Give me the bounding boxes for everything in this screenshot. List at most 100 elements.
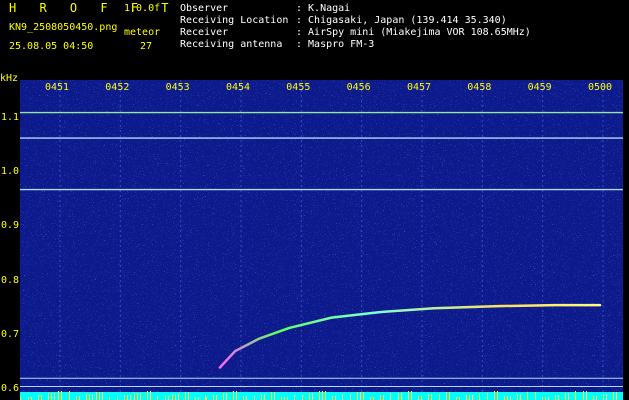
noise-spike — [99, 392, 100, 400]
noise-spike — [555, 395, 556, 400]
noise-spike — [421, 396, 422, 400]
noise-spike — [504, 396, 505, 400]
noise-spike — [418, 396, 419, 400]
noise-spike — [325, 391, 326, 400]
info-row-antenna: Receiving antenna : Maspro FM-3 — [180, 39, 374, 50]
noise-spike — [312, 393, 313, 400]
noise-spike — [246, 396, 247, 400]
y-tick-label: 1.1 — [1, 111, 20, 123]
noise-spike — [357, 392, 358, 400]
x-tick-label: 0452 — [105, 82, 129, 93]
y-tick-label: 0.9 — [1, 220, 20, 232]
noise-spike — [497, 391, 498, 400]
noise-spike — [472, 395, 473, 400]
noise-spike — [603, 394, 604, 400]
noise-spike — [401, 393, 402, 400]
noise-spike — [213, 395, 214, 400]
noise-spike — [439, 394, 440, 400]
noise-spike — [449, 392, 450, 400]
noise-spike — [360, 392, 361, 400]
noise-spike — [216, 395, 217, 400]
noise-spike — [568, 393, 569, 400]
noise-spike — [261, 394, 262, 400]
noise-spike — [41, 395, 42, 400]
info-row-observer: Observer: K.Nagai — [180, 3, 350, 14]
noise-spike — [408, 391, 409, 400]
noise-spike — [606, 394, 607, 400]
noise-spike — [223, 393, 224, 400]
noise-spike — [274, 392, 275, 400]
noise-spike — [58, 391, 59, 400]
y-tick-label: 0.7 — [1, 328, 20, 340]
info-row-receiver: Receiver : AirSpy mini (Miakejima VOR 108… — [180, 27, 531, 38]
header-panel: H R O F F T 1.0.0f KN9_2508050450.png me… — [0, 0, 629, 72]
noise-spike — [226, 393, 227, 400]
noise-spike — [294, 395, 295, 400]
y-axis-labels: 1.1 1.0 0.9 0.8 0.7 0.6 — [0, 0, 20, 400]
x-tick-label: 0456 — [347, 82, 371, 93]
noise-spike — [383, 395, 384, 400]
meteor-label: meteor — [124, 27, 161, 38]
noise-spike — [127, 395, 128, 400]
noise-spike — [535, 392, 536, 400]
x-tick-label: 0455 — [286, 82, 310, 93]
noise-spike — [510, 396, 511, 400]
noise-spike — [335, 396, 336, 400]
noise-spike — [86, 394, 87, 400]
info-value: : Chigasaki, Japan (139.414 35.340) — [296, 15, 507, 26]
noise-spike — [494, 391, 495, 400]
info-label: Observer — [180, 3, 229, 14]
noise-spike — [147, 391, 148, 400]
noise-spike — [172, 394, 173, 400]
noise-spike — [517, 394, 518, 400]
noise-spike — [175, 394, 176, 400]
x-tick-label: 0458 — [467, 82, 491, 93]
noise-spike — [264, 394, 265, 400]
info-value: : Maspro FM-3 — [296, 39, 375, 50]
noise-spike — [51, 393, 52, 400]
noise-spike — [520, 394, 521, 400]
noise-spike — [586, 391, 587, 400]
x-tick-label: 0457 — [407, 82, 431, 93]
noise-spike — [89, 394, 90, 400]
noise-spike — [428, 394, 429, 400]
noise-spike — [92, 394, 93, 400]
noise-spike — [398, 393, 399, 400]
noise-spike — [124, 395, 125, 400]
y-tick-label: 0.8 — [1, 274, 20, 286]
noise-spike — [188, 392, 189, 400]
noise-spike — [466, 395, 467, 400]
noise-spike — [390, 393, 391, 400]
x-tick-label: 0453 — [166, 82, 190, 93]
noise-spike — [38, 395, 39, 400]
noise-spike — [613, 392, 614, 400]
noise-spike — [96, 392, 97, 400]
noise-spike — [342, 394, 343, 400]
info-row-location: Receiving Location : Chigasaki, Japan (13… — [180, 15, 507, 26]
noise-spike — [565, 393, 566, 400]
meteor-count: 27 — [140, 41, 153, 52]
app-version: 1.0.0f — [124, 3, 161, 14]
noise-spike — [236, 391, 237, 400]
noise-spike — [205, 395, 206, 400]
noise-spike — [69, 391, 70, 400]
info-value: : AirSpy mini (Miakejima VOR 108.65MHz) — [296, 27, 531, 38]
x-tick-label: 0451 — [45, 82, 69, 93]
bottom-noise-band — [20, 392, 623, 400]
noise-spike — [507, 396, 508, 400]
noise-spike — [61, 391, 62, 400]
noise-spike — [411, 391, 412, 400]
noise-spike — [319, 391, 320, 400]
noise-spike — [479, 393, 480, 400]
info-label: Receiver — [180, 27, 229, 38]
noise-spike — [150, 391, 151, 400]
file-name: KN9_2508050450.png — [9, 22, 118, 33]
noise-spike — [558, 395, 559, 400]
noise-spike — [363, 392, 364, 400]
info-label: Receiving antenna — [180, 39, 283, 50]
info-label: Receiving Location — [180, 15, 289, 26]
noise-spike — [350, 394, 351, 400]
noise-spike — [332, 396, 333, 400]
noise-spike — [243, 396, 244, 400]
noise-spike — [583, 391, 584, 400]
